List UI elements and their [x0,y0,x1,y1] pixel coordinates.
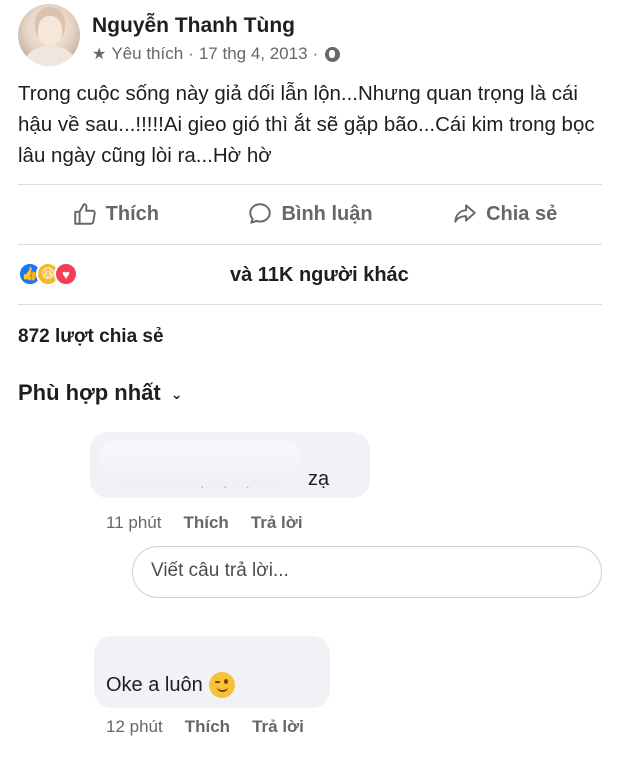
thumbs-up-icon [73,203,96,225]
avatar[interactable] [18,4,80,66]
comment-sort-dropdown[interactable]: Phù hợp nhất ⌄ [18,380,182,406]
comment-actions: 11 phút Thích Trả lời [106,513,303,533]
post-actions: Thích Bình luận Chia sẻ [18,186,602,242]
share-icon [454,204,476,223]
share-count[interactable]: 872 lượt chia sẻ [18,326,164,348]
reaction-summary[interactable]: và 11K người khác [230,264,409,287]
favorite-label: Yêu thích [111,44,184,63]
post-date[interactable]: 17 thg 4, 2013 [199,44,308,64]
meta-separator-2: · [312,44,319,63]
comment-reply-button[interactable]: Trả lời [251,513,303,533]
comment-label: Bình luận [281,202,373,225]
divider [18,244,602,245]
comment-content: Oke a luôn [106,672,235,698]
comment-like-button[interactable]: Thích [183,513,228,533]
avatar-face [38,16,62,46]
post-text: Trong cuộc sống này giả dối lẫn lộn...Nh… [18,82,595,167]
comment-icon [249,203,272,224]
reactions-row[interactable]: 👍 😆 ♥ và 11K người khác [18,258,602,292]
comment-bubble: ··· zạ [90,432,370,498]
comment-actions: 12 phút Thích Trả lời [106,717,304,737]
star-icon: ★ [92,46,107,63]
reaction-icons: 👍 😆 ♥ [18,262,78,286]
comment-like-button[interactable]: Thích [185,717,230,737]
reply-input[interactable] [151,560,581,582]
sort-label: Phù hợp nhất [18,380,161,405]
post-meta: ★ Yêu thích · 17 thg 4, 2013 · [92,44,341,64]
divider [18,304,602,305]
comment-text: zạ [308,468,330,490]
chevron-down-icon: ⌄ [170,385,183,402]
like-button[interactable]: Thích [18,186,213,242]
avatar-shoulders [26,46,74,66]
divider [18,184,602,185]
post-header: Nguyễn Thanh Tùng ★ Yêu thích · 17 thg 4… [18,4,618,68]
share-label: Chia sẻ [486,202,558,225]
comment-time[interactable]: 11 phút [106,513,161,533]
meta-separator: · [188,44,194,63]
comment-reply-button[interactable]: Trả lời [252,717,304,737]
globe-icon [325,46,341,62]
wink-mouth [216,687,228,692]
comment-button[interactable]: Bình luận [213,186,408,242]
reply-box [132,546,602,598]
redacted-dots: ··· [200,478,268,494]
love-icon: ♥ [54,262,78,286]
wink-emoji-icon [208,672,235,698]
comment-bubble: Oke a luôn [94,636,330,708]
like-label: Thích [105,202,159,225]
share-button[interactable]: Chia sẻ [407,186,602,242]
author-name[interactable]: Nguyễn Thanh Tùng [92,14,295,38]
comment-text: Oke a luôn [106,673,203,696]
comment-time[interactable]: 12 phút [106,717,163,737]
